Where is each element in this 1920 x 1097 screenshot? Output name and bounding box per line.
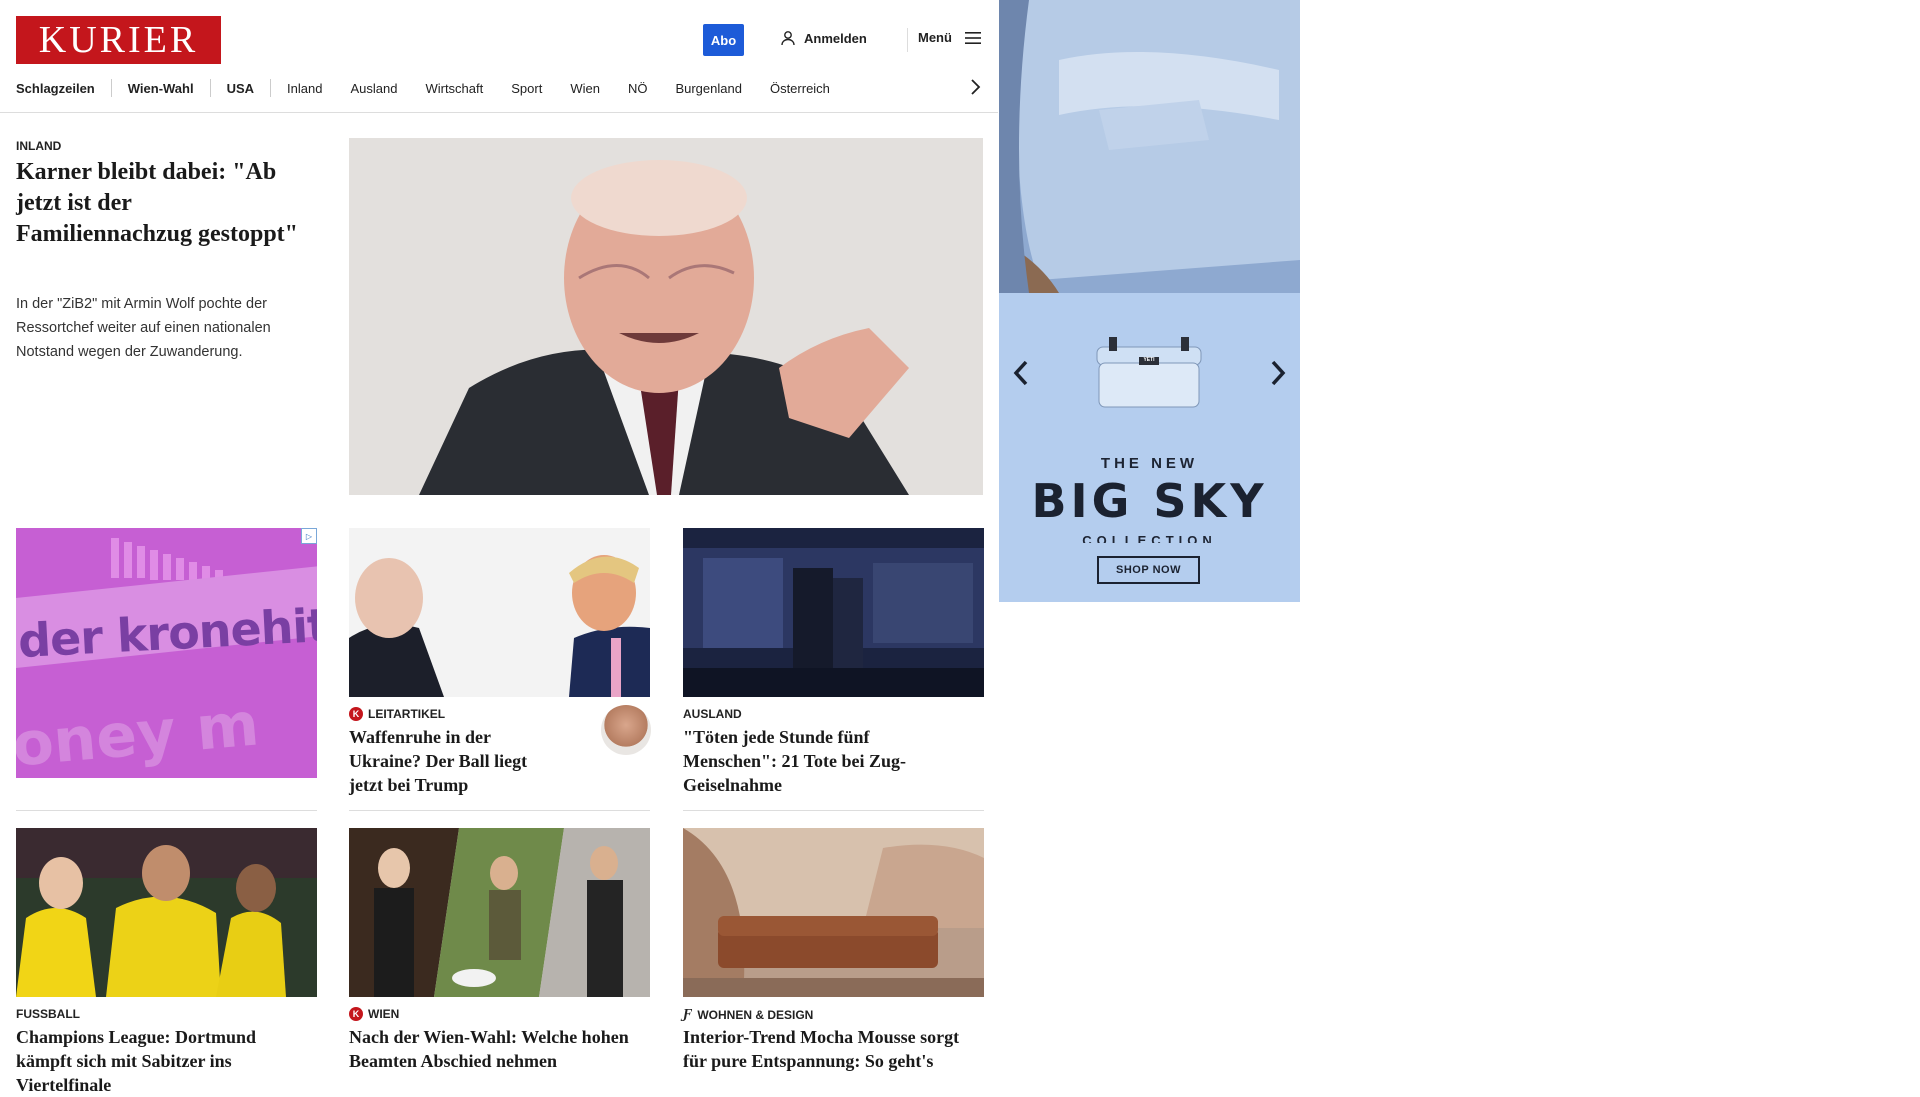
kurier-k-icon: K xyxy=(349,1007,363,1021)
design-f-icon: ƒ xyxy=(683,1007,693,1022)
yeti-ad[interactable]: YETI THE NEW BIG SKY COLLECTION SHOP NOW xyxy=(999,0,1300,602)
card-kicker-label: FUSSBALL xyxy=(16,1007,80,1021)
kurier-k-icon: K xyxy=(349,707,363,721)
nav-item-wien-wahl[interactable]: Wien-Wahl xyxy=(128,81,194,96)
lead-kicker: INLAND xyxy=(16,139,62,153)
football-photo xyxy=(16,828,317,997)
leaders-photo xyxy=(349,528,650,697)
kurier-logo[interactable]: KURIER xyxy=(16,16,221,64)
card-photo-interior[interactable] xyxy=(683,828,984,997)
officials-collage-photo xyxy=(349,828,650,997)
card-headline-mocha-mousse[interactable]: Interior-Trend Mocha Mousse sorgt für pu… xyxy=(683,1025,973,1073)
card-divider xyxy=(16,810,317,811)
card-photo-dortmund[interactable] xyxy=(16,828,317,997)
card-kicker-wohnen-design: ƒ WOHNEN & DESIGN xyxy=(683,1007,813,1023)
card-kicker-label: WIEN xyxy=(368,1007,400,1021)
nav-item-wien[interactable]: Wien xyxy=(570,81,600,96)
menu-label: Menü xyxy=(918,30,952,45)
nav-item-usa[interactable]: USA xyxy=(227,81,254,96)
card-kicker-label: AUSLAND xyxy=(683,707,742,721)
card-photo-train[interactable] xyxy=(683,528,984,697)
nav-divider xyxy=(209,79,211,97)
lead-photo[interactable] xyxy=(349,138,983,495)
sofa-interior-photo xyxy=(683,828,984,997)
card-divider xyxy=(683,810,984,811)
nav-item-noe[interactable]: NÖ xyxy=(628,81,648,96)
hamburger-icon xyxy=(964,31,981,44)
card-headline-waffenruhe[interactable]: Waffenruhe in der Ukraine? Der Ball lieg… xyxy=(349,725,559,797)
login-button[interactable]: Anmelden xyxy=(780,30,867,46)
nav-item-burgenland[interactable]: Burgenland xyxy=(675,81,742,96)
yeti-brand-label: YETI xyxy=(1143,357,1155,363)
card-kicker-ausland: AUSLAND xyxy=(683,707,742,721)
card-headline-wien-wahl-beamte[interactable]: Nach der Wien-Wahl: Welche hohen Beamten… xyxy=(349,1025,649,1073)
header-divider xyxy=(907,28,908,52)
portrait-photo xyxy=(349,138,983,495)
kronehit-ad[interactable]: der kronehit oney m ▷ xyxy=(16,528,317,778)
card-photo-putin-trump[interactable] xyxy=(349,528,650,697)
yeti-ad-tagline: THE NEW xyxy=(1100,455,1199,472)
adchoices-icon[interactable]: ▷ xyxy=(301,528,317,544)
lead-headline[interactable]: Karner bleibt dabei: "Ab jetzt ist der F… xyxy=(16,157,306,250)
lead-teaser: In der "ZiB2" mit Armin Wolf pochte der … xyxy=(16,296,271,360)
nav-divider xyxy=(270,79,272,97)
card-divider xyxy=(349,810,650,811)
nav-divider-line xyxy=(0,112,998,113)
nav-item-sport[interactable]: Sport xyxy=(511,81,542,96)
chevron-right-icon[interactable] xyxy=(1268,358,1288,388)
nav-item-inland[interactable]: Inland xyxy=(287,81,322,96)
card-headline-zug-geiselnahme[interactable]: "Töten jede Stunde fünf Menschen": 21 To… xyxy=(683,725,953,797)
abo-button[interactable]: Abo xyxy=(703,24,744,56)
author-avatar[interactable] xyxy=(601,705,651,755)
nav-item-oesterreich[interactable]: Österreich xyxy=(770,81,830,96)
card-kicker-fussball: FUSSBALL xyxy=(16,1007,80,1021)
nav-item-schlagzeilen[interactable]: Schlagzeilen xyxy=(16,81,95,96)
card-photo-wien-beamte[interactable] xyxy=(349,828,650,997)
card-headline-champions-league[interactable]: Champions League: Dortmund kämpft sich m… xyxy=(16,1025,296,1097)
card-kicker-leitartikel: K LEITARTIKEL xyxy=(349,707,445,721)
nav-item-ausland[interactable]: Ausland xyxy=(350,81,397,96)
user-icon xyxy=(781,31,795,46)
menu-button[interactable]: Menü xyxy=(918,30,982,45)
yeti-ad-subline: COLLECTION xyxy=(1082,533,1217,543)
card-kicker-label: WOHNEN & DESIGN xyxy=(697,1008,814,1022)
nav-item-wirtschaft[interactable]: Wirtschaft xyxy=(425,81,483,96)
card-kicker-label: LEITARTIKEL xyxy=(368,707,446,721)
yeti-ad-photo xyxy=(999,0,1300,293)
nav-divider xyxy=(110,79,112,97)
shop-now-button[interactable]: SHOP NOW xyxy=(1097,556,1200,584)
section-nav: Schlagzeilen Wien-Wahl USA Inland Auslan… xyxy=(16,78,986,98)
login-label: Anmelden xyxy=(804,30,867,46)
chevron-right-icon[interactable] xyxy=(968,77,982,97)
cooler-product-image xyxy=(1096,337,1202,408)
night-train-photo xyxy=(683,528,984,697)
chevron-left-icon[interactable] xyxy=(1011,358,1031,388)
card-kicker-wien: K WIEN xyxy=(349,1007,399,1021)
yeti-ad-headline: BIG SKY xyxy=(1031,474,1268,528)
